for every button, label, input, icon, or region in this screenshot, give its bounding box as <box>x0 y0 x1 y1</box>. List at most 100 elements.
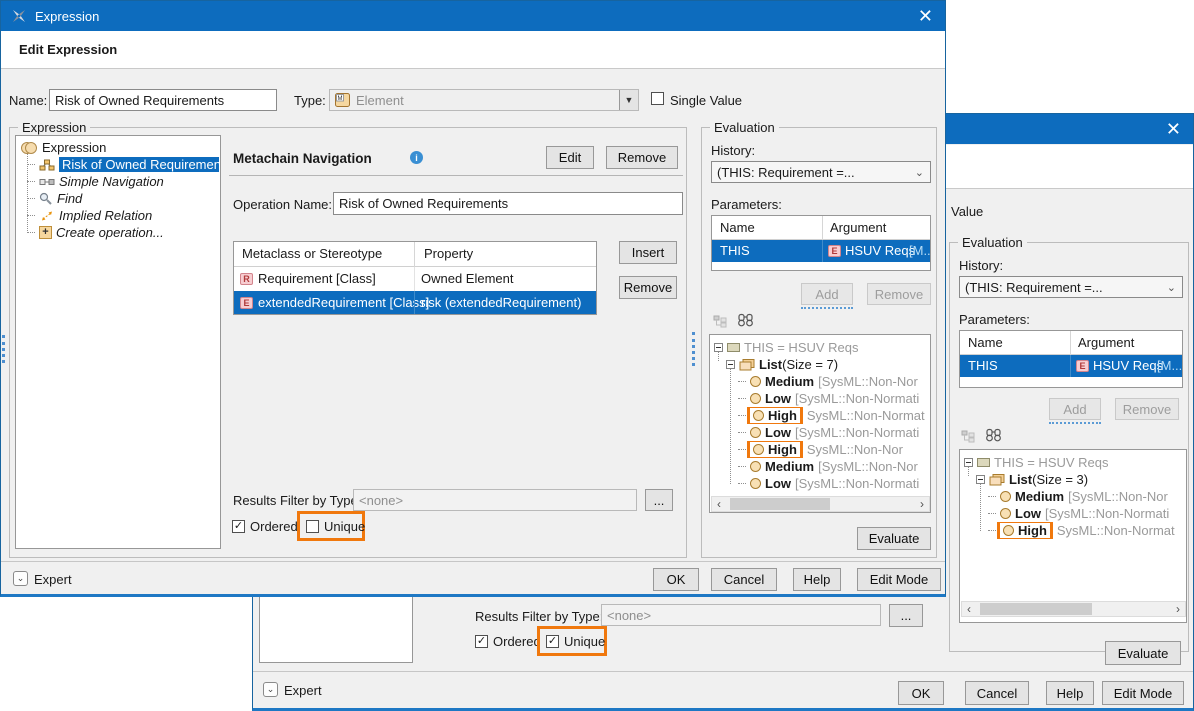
col-name: Name <box>720 220 755 235</box>
scrollbar-thumb[interactable] <box>980 603 1092 615</box>
requirement-class-icon: R <box>240 273 253 285</box>
binoculars-icon[interactable] <box>737 313 754 327</box>
ok-button[interactable]: OK <box>653 568 699 591</box>
close-icon[interactable]: ✕ <box>1166 116 1181 142</box>
collapse-icon[interactable] <box>714 343 723 352</box>
scrollbar-thumb[interactable] <box>730 498 830 510</box>
type-dropdown[interactable]: M Element ▼ <box>329 89 639 111</box>
tree-row-value[interactable]: Low [SysML::Non-Normati <box>738 424 930 441</box>
name-input[interactable]: Risk of Owned Requirements <box>49 89 277 111</box>
ordered-label: Ordered <box>250 519 298 534</box>
copy-structure-icon[interactable] <box>961 430 976 443</box>
add-button[interactable]: Add <box>1049 398 1101 420</box>
help-button[interactable]: Help <box>1046 681 1094 705</box>
edit-button[interactable]: Edit <box>546 146 594 169</box>
parameters-header-row: Name Argument <box>960 331 1182 355</box>
results-filter-field[interactable]: <none> <box>601 604 881 626</box>
single-value-label-fragment: Value <box>951 204 983 219</box>
tree-row-value[interactable]: Low [SysML::Non-Normati <box>988 505 1186 522</box>
titlebar[interactable]: Expression ✕ <box>1 1 945 31</box>
evaluation-result-tree[interactable]: THIS = HSUV Reqs List(Size = 3) Medium [… <box>959 449 1187 623</box>
cancel-button[interactable]: Cancel <box>965 681 1029 705</box>
horizontal-scrollbar[interactable]: ‹ › <box>711 496 930 512</box>
parameter-row[interactable]: THIS E HSUV Reqs [M... <box>960 355 1182 377</box>
evaluation-result-tree[interactable]: THIS = HSUV Reqs List(Size = 7) Medium [… <box>709 334 931 513</box>
parameter-row[interactable]: THIS E HSUV Reqs [M... <box>712 240 930 262</box>
tree-row-value[interactable]: Low [SysML::Non-Normati <box>738 390 930 407</box>
tree-row-value[interactable]: Medium [SysML::Non-Nor <box>988 488 1186 505</box>
tree-row-create-operation[interactable]: Create operation... <box>27 224 219 241</box>
metachain-title: Metachain Navigation <box>233 151 372 166</box>
scroll-right-icon[interactable]: › <box>915 497 929 511</box>
insert-button[interactable]: Insert <box>619 241 677 264</box>
browse-button[interactable]: ... <box>889 604 923 627</box>
unique-checkbox[interactable] <box>306 520 319 533</box>
browse-button[interactable]: ... <box>645 489 673 511</box>
tree-row-value[interactable]: Medium [SysML::Non-Nor <box>738 458 930 475</box>
metachain-table[interactable]: Metaclass or Stereotype Property R Requi… <box>233 241 597 315</box>
table-row[interactable]: R Requirement [Class] Owned Element <box>234 267 596 291</box>
remove-row-button[interactable]: Remove <box>619 276 677 299</box>
evaluate-button[interactable]: Evaluate <box>857 527 931 550</box>
tree-row-simple-navigation[interactable]: Simple Navigation <box>27 173 219 190</box>
remove-button[interactable]: Remove <box>867 283 931 305</box>
expression-tree[interactable]: Expression Risk of Owned Requirements Si… <box>15 135 221 549</box>
tree-row-value[interactable]: Medium [SysML::Non-Nor <box>738 373 930 390</box>
history-dropdown[interactable]: (THIS: Requirement =... ⌄ <box>959 276 1183 298</box>
cancel-button[interactable]: Cancel <box>711 568 777 591</box>
splitter-handle[interactable] <box>2 335 5 363</box>
horizontal-scrollbar[interactable]: ‹ › <box>961 601 1186 617</box>
remove-button[interactable]: Remove <box>1115 398 1179 420</box>
ok-button[interactable]: OK <box>898 681 944 705</box>
tree-row-metachain[interactable]: Risk of Owned Requirements <box>27 156 219 173</box>
expert-chevron-icon[interactable]: ⌄ <box>263 682 278 697</box>
add-button[interactable]: Add <box>801 283 853 305</box>
tree-guide <box>27 232 35 233</box>
ordered-checkbox[interactable] <box>232 520 245 533</box>
history-dropdown[interactable]: (THIS: Requirement =... ⌄ <box>711 161 931 183</box>
single-value-checkbox[interactable] <box>651 92 664 105</box>
tree-row-root[interactable]: Expression <box>20 139 218 156</box>
tree-row-implied-relation[interactable]: Implied Relation <box>27 207 219 224</box>
tree-guide <box>27 181 35 182</box>
collapse-icon[interactable] <box>726 360 735 369</box>
scroll-left-icon[interactable]: ‹ <box>962 602 976 616</box>
info-icon[interactable] <box>410 151 423 164</box>
binoculars-icon[interactable] <box>985 428 1002 442</box>
tree-guide <box>738 432 746 433</box>
tree-row-root[interactable]: THIS = HSUV Reqs <box>964 454 1184 471</box>
copy-structure-icon[interactable] <box>713 315 728 328</box>
tree-guide <box>738 381 746 382</box>
operation-name-input[interactable]: Risk of Owned Requirements <box>333 192 683 215</box>
tree-row-list[interactable]: List(Size = 3) <box>976 471 1184 488</box>
remove-button[interactable]: Remove <box>606 146 678 169</box>
tree-row-list[interactable]: List(Size = 7) <box>726 356 928 373</box>
type-label: Type: <box>294 93 326 108</box>
tree-row-value-highlighted[interactable]: High SysML::Non-Nor <box>738 441 930 458</box>
close-icon[interactable]: ✕ <box>918 3 933 29</box>
help-button[interactable]: Help <box>793 568 841 591</box>
splitter-handle[interactable] <box>692 332 695 366</box>
edit-mode-button[interactable]: Edit Mode <box>857 568 941 591</box>
collapse-icon[interactable] <box>964 458 973 467</box>
tree-row-find[interactable]: Find <box>27 190 219 207</box>
unique-checkbox[interactable] <box>546 635 559 648</box>
edit-mode-button[interactable]: Edit Mode <box>1102 681 1184 705</box>
model-icon <box>977 458 990 467</box>
dropdown-arrow-icon[interactable]: ▼ <box>619 90 638 110</box>
expert-chevron-icon[interactable]: ⌄ <box>13 571 28 586</box>
collapse-icon[interactable] <box>976 475 985 484</box>
tree-row-value-highlighted[interactable]: High SysML::Non-Normat <box>738 407 930 424</box>
scroll-right-icon[interactable]: › <box>1171 602 1185 616</box>
value-icon <box>753 444 764 455</box>
footer-separator <box>253 671 1193 672</box>
column-divider <box>1070 331 1071 355</box>
table-row-selected[interactable]: E extendedRequirement [Class] risk (exte… <box>234 291 596 315</box>
tree-row-root[interactable]: THIS = HSUV Reqs <box>714 339 928 356</box>
evaluate-button[interactable]: Evaluate <box>1105 641 1181 665</box>
results-filter-field[interactable]: <none> <box>353 489 637 511</box>
tree-row-value[interactable]: Low [SysML::Non-Normati <box>738 475 930 492</box>
ordered-checkbox[interactable] <box>475 635 488 648</box>
scroll-left-icon[interactable]: ‹ <box>712 497 726 511</box>
tree-row-value-highlighted[interactable]: High SysML::Non-Normat <box>988 522 1186 539</box>
